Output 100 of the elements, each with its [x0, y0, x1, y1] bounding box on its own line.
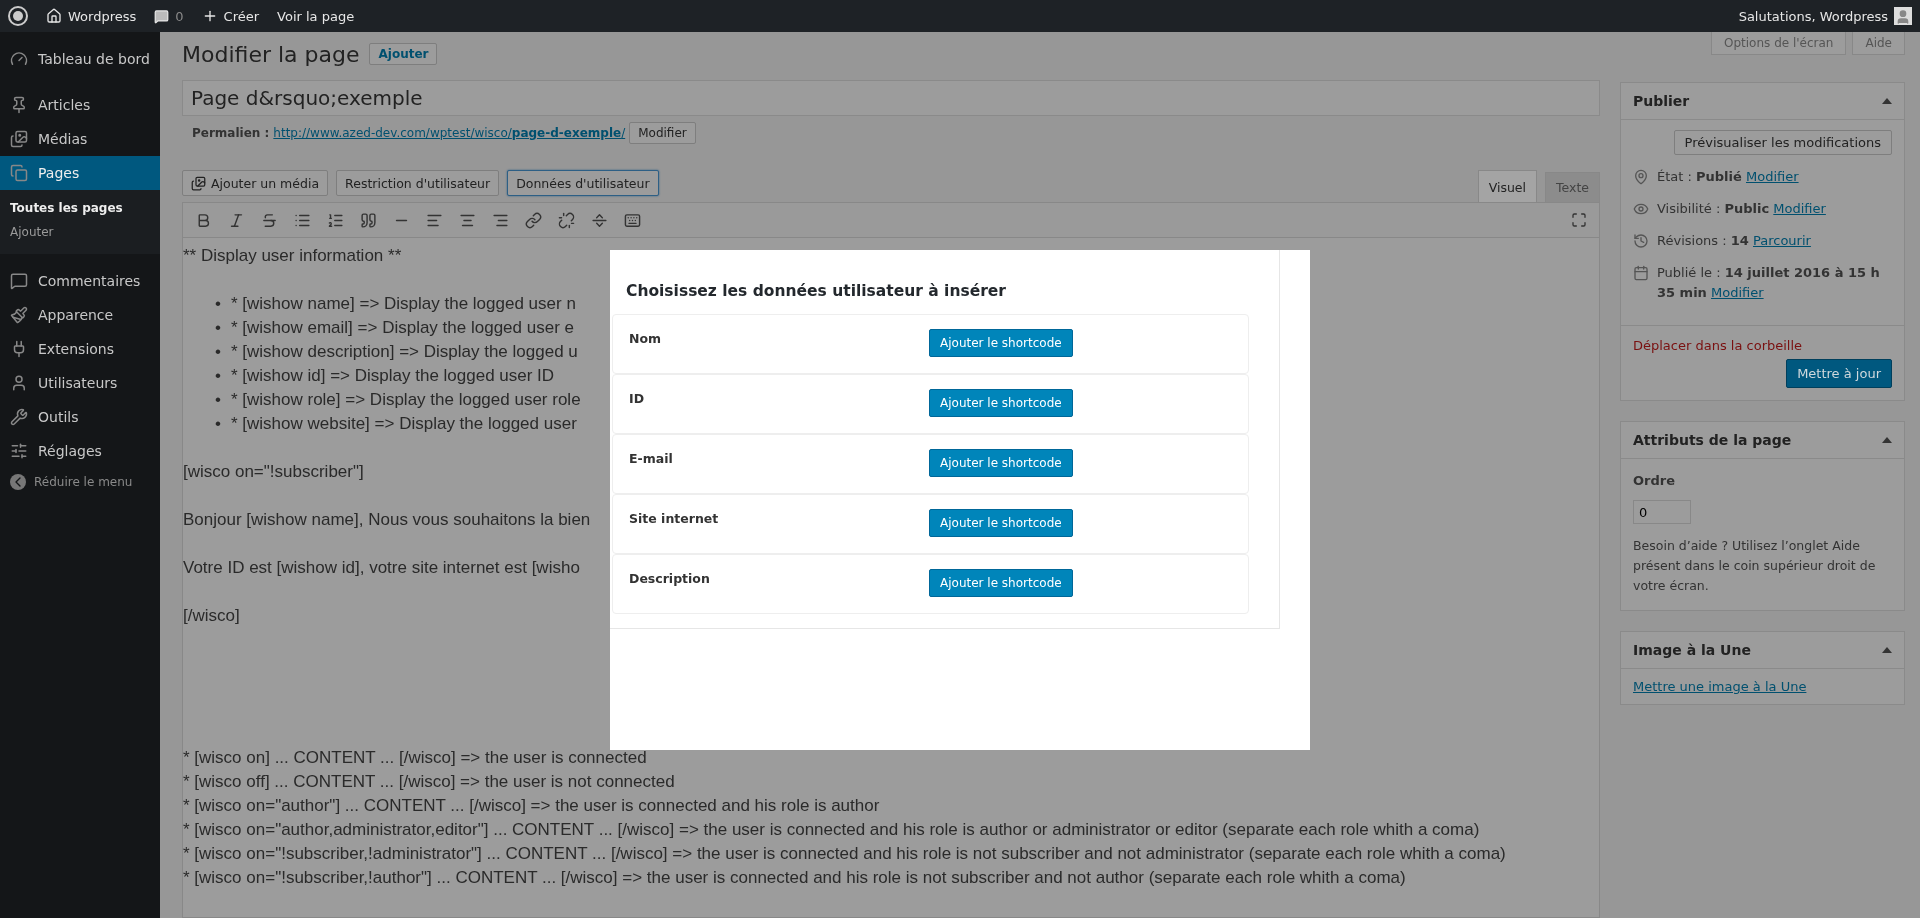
publish-link[interactable]: Modifier	[1773, 201, 1826, 216]
publish-info: Publié le : 14 juillet 2016 à 15 h 35 min Modifier	[1657, 264, 1881, 302]
site-link[interactable]: Wordpress	[46, 8, 137, 24]
list-item: * [wishow email] => Display the logged user e	[230, 317, 574, 339]
menu-item[interactable]: Tableau de bord	[0, 42, 160, 76]
menu-item[interactable]: Médias	[0, 122, 160, 156]
link-icon[interactable]	[525, 211, 542, 229]
field-label: E-mail	[629, 451, 674, 466]
menu-item[interactable]: Utilisateurs	[0, 366, 160, 400]
sliders-icon	[10, 442, 28, 460]
pin-icon	[1633, 169, 1649, 185]
title-field[interactable]: Page d&rsquo;exemple	[182, 80, 1600, 116]
new-link[interactable]: Créer	[201, 8, 260, 24]
fullscreen-icon[interactable]	[1571, 212, 1587, 228]
list-item: * [wishow name] => Display the logged user n	[230, 293, 576, 315]
editor-paragraph: [/wisco]	[183, 605, 240, 627]
add-shortcode-button[interactable]: Ajouter le shortcode	[929, 509, 1073, 537]
editor-button[interactable]: Restriction d'utilisateur	[336, 170, 500, 196]
home-icon[interactable]	[46, 8, 62, 24]
wrench-icon	[10, 408, 28, 426]
menu-item[interactable]: Extensions	[0, 332, 160, 366]
collapse-caret-icon[interactable]	[1882, 98, 1892, 104]
collapse-icon[interactable]	[10, 474, 26, 490]
editor-line: * [wisco on="author,administrator,editor"] ... CONTENT ... [/wisco] => the user is connected and his role is author or administrator or editor (separate each role whith a coma)	[183, 819, 1481, 841]
keyboard-icon[interactable]	[624, 211, 641, 229]
list-item: * [wishow role] => Display the logged user role	[230, 389, 581, 411]
add-shortcode-button[interactable]: Ajouter le shortcode	[929, 569, 1073, 597]
bullet-marker: •	[215, 341, 221, 363]
brush-icon	[10, 306, 28, 324]
strikethrough-icon[interactable]	[261, 211, 278, 229]
preview-button[interactable]: Prévisualiser les modifications	[1673, 130, 1892, 155]
add-shortcode-button[interactable]: Ajouter le shortcode	[929, 329, 1073, 357]
menu-item[interactable]: Réglages	[0, 434, 160, 468]
editor-line: * [wisco on="!subscriber,!administrator"] ... CONTENT ... [/wisco] => the user is connected and his role is not subscriber and not administrator (separate each role whith a coma)	[183, 843, 1507, 865]
history-icon	[1633, 233, 1649, 249]
menu-item[interactable]: Apparence	[0, 298, 160, 332]
order-field[interactable]: 0	[1633, 500, 1691, 524]
numbered-list-icon[interactable]	[327, 211, 344, 229]
set-featured-image-link[interactable]: Mettre une image à la Une	[1633, 679, 1807, 694]
editor-paragraph: Bonjour [wishow name], Nous vous souhaitons la bien	[183, 509, 591, 531]
pin-icon	[10, 96, 28, 114]
order-label: Ordre	[1633, 473, 1676, 488]
comments-link[interactable]: 0	[154, 8, 184, 24]
dashboard-icon	[10, 50, 28, 68]
bullet-marker: •	[215, 389, 221, 411]
dialog-title: Choisissez les données utilisateur à insérer	[625, 282, 1007, 302]
trash-link[interactable]: Déplacer dans la corbeille	[1633, 338, 1892, 353]
permalink-label: Permalien :	[192, 126, 270, 140]
panel-title: Image à la Une	[1633, 642, 1751, 658]
bullet-marker: •	[215, 293, 221, 315]
eye-icon	[1633, 201, 1649, 217]
permalink-link[interactable]: http://www.azed-dev.com/wptest/wisco/page-d-exemple/	[273, 126, 626, 140]
publish-link[interactable]: Modifier	[1711, 285, 1764, 300]
editor-line: * [wisco on="author"] ... CONTENT ... [/wisco] => the user is connected and his role is author	[183, 795, 881, 817]
field-label: Nom	[629, 331, 663, 346]
account-menu[interactable]: Salutations, Wordpress	[1738, 7, 1912, 25]
view-page-link[interactable]: Voir la page	[277, 8, 355, 24]
collapse-caret-icon[interactable]	[1882, 647, 1892, 653]
editor-tab[interactable]: Visuel	[1477, 170, 1537, 203]
page-title: Modifier la page	[182, 41, 360, 67]
publish-info: État : Publié Modifier	[1657, 168, 1799, 186]
editor-line: * [wisco on] ... CONTENT ... [/wisco] => the user is connected	[183, 747, 648, 769]
publish-link[interactable]: Parcourir	[1753, 233, 1811, 248]
editor-paragraph: Votre ID est [wishow id], votre site internet est [wisho	[183, 557, 580, 579]
add-new-button[interactable]: Ajouter	[369, 43, 438, 65]
collapse-menu-button[interactable]: Réduire le menu	[0, 468, 160, 496]
editor-line: * [wisco off] ... CONTENT ... [/wisco] => the user is not connected	[183, 771, 676, 793]
menu-item[interactable]: Pages	[0, 156, 160, 190]
logo-icon[interactable]	[8, 6, 28, 26]
edit-permalink-button[interactable]: Modifier	[629, 122, 696, 144]
publish-info: Visibilité : Public Modifier	[1657, 200, 1826, 218]
panel-title: Publier	[1633, 93, 1690, 109]
publish-link[interactable]: Modifier	[1746, 169, 1799, 184]
add-shortcode-button[interactable]: Ajouter le shortcode	[929, 449, 1073, 477]
user-icon	[10, 374, 28, 392]
editor-button[interactable]: Ajouter un média	[182, 170, 329, 196]
submenu-item[interactable]: Toutes les pages	[0, 196, 160, 220]
menu-item[interactable]: Articles	[0, 88, 160, 122]
italic-icon[interactable]	[228, 211, 245, 229]
field-label: ID	[629, 391, 646, 406]
bullet-marker: •	[215, 413, 221, 435]
collapse-caret-icon[interactable]	[1882, 437, 1892, 443]
bullet-marker: •	[215, 317, 221, 339]
list-item: * [wishow description] => Display the logged u	[230, 341, 578, 363]
submenu-item[interactable]: Ajouter	[0, 220, 160, 244]
editor-paragraph: [wisco on="!subscriber"]	[183, 461, 364, 483]
pages-icon	[10, 164, 28, 182]
calendar-icon	[1633, 265, 1649, 281]
menu-item[interactable]: Commentaires	[0, 264, 160, 298]
avatar-icon[interactable]	[1894, 7, 1912, 25]
unlink-icon[interactable]	[558, 211, 575, 229]
editor-button[interactable]: Données d'utilisateur	[507, 170, 659, 196]
media-icon[interactable]	[191, 175, 206, 191]
menu-item[interactable]: Outils	[0, 400, 160, 434]
images-icon	[10, 130, 28, 148]
bullet-marker: •	[215, 365, 221, 387]
add-shortcode-button[interactable]: Ajouter le shortcode	[929, 389, 1073, 417]
quote-icon[interactable]	[360, 211, 377, 229]
list-item: * [wishow id] => Display the logged user ID	[230, 365, 555, 387]
update-button[interactable]: Mettre à jour	[1786, 359, 1892, 388]
